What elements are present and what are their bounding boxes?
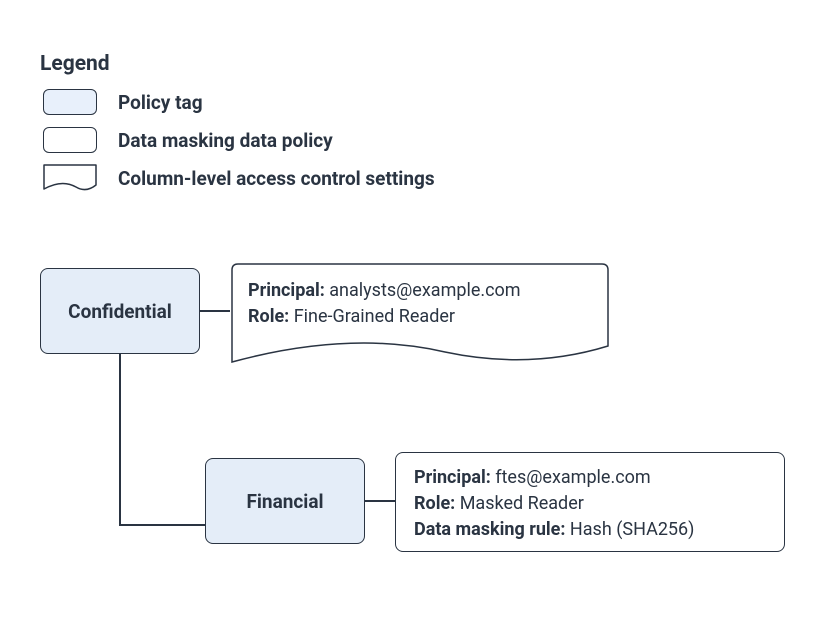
principal-label: Principal: bbox=[248, 280, 325, 301]
principal-value: analysts@example.com bbox=[329, 280, 520, 301]
legend-label: Policy tag bbox=[118, 91, 203, 114]
connector bbox=[119, 524, 205, 526]
principal-value: ftes@example.com bbox=[495, 467, 650, 488]
rule-label: Data masking rule: bbox=[414, 519, 565, 540]
masking-policy-icon bbox=[40, 126, 100, 154]
legend-row-policy-tag: Policy tag bbox=[40, 86, 435, 118]
role-value: Masked Reader bbox=[460, 493, 584, 514]
financial-label: Financial bbox=[246, 490, 323, 513]
legend-title: Legend bbox=[40, 52, 435, 76]
diagram: Confidential Principal: analysts@example… bbox=[40, 268, 790, 608]
connector bbox=[200, 310, 230, 312]
policy-tag-icon bbox=[40, 88, 100, 116]
role-label: Role: bbox=[248, 306, 289, 327]
legend-label: Column-level access control settings bbox=[118, 167, 435, 190]
role-label: Role: bbox=[414, 493, 455, 514]
confidential-tag: Confidential bbox=[40, 268, 200, 354]
legend-block: Legend Policy tag Data masking data poli… bbox=[40, 52, 435, 200]
confidential-settings-text: Principal: analysts@example.com Role: Fi… bbox=[248, 278, 521, 330]
connector bbox=[119, 354, 121, 524]
role-value: Fine-Grained Reader bbox=[294, 306, 455, 327]
confidential-settings-box: Principal: analysts@example.com Role: Fi… bbox=[230, 262, 610, 368]
financial-tag: Financial bbox=[205, 458, 365, 544]
rule-value: Hash (SHA256) bbox=[570, 519, 695, 540]
legend-label: Data masking data policy bbox=[118, 129, 333, 152]
financial-policy-box: Principal: ftes@example.com Role: Masked… bbox=[395, 452, 785, 552]
column-access-icon bbox=[40, 164, 100, 192]
legend-row-masking-policy: Data masking data policy bbox=[40, 124, 435, 156]
legend-row-column-access: Column-level access control settings bbox=[40, 162, 435, 194]
confidential-label: Confidential bbox=[68, 300, 172, 323]
principal-label: Principal: bbox=[414, 467, 491, 488]
connector bbox=[365, 500, 395, 502]
